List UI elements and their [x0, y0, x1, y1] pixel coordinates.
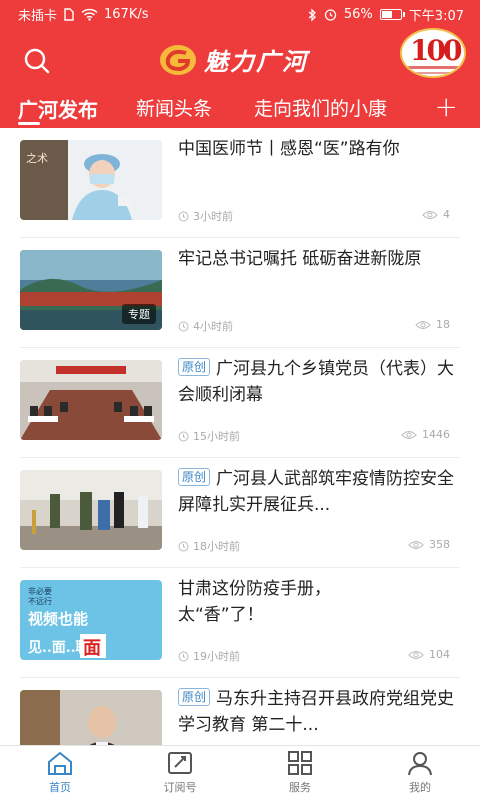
status-bar: 未插卡 167K/s 56% 下午3:07 [0, 0, 480, 28]
news-thumbnail: 专题 [20, 250, 162, 330]
carrier-text: 未插卡 [18, 9, 58, 24]
epidemic-poster: 非必要 不远行 视频也能 见..面..聊 面 [20, 580, 162, 660]
clock: 下午3:07 [408, 9, 464, 24]
view-count: 104 [429, 648, 450, 661]
wifi-icon [81, 8, 98, 21]
clock-icon [178, 211, 189, 221]
centenary-badge-icon[interactable]: 100 [400, 28, 466, 78]
publish-time: 15小时前 [193, 430, 240, 443]
user-icon [408, 752, 432, 776]
tab-xiaokang[interactable]: 走向我们的小康 [254, 94, 387, 121]
view-count: 1446 [422, 428, 450, 441]
eye-icon [401, 430, 417, 439]
news-title: 原创 广河县人武部筑牢疫情防控安全屏障扎实开展征兵... [178, 468, 455, 515]
bluetooth-icon [308, 7, 316, 22]
battery-fill [381, 11, 392, 18]
news-item[interactable]: 原创 马东升主持召开县政府党组党史学习教育 第二十... [20, 678, 460, 745]
svg-text:面: 面 [83, 638, 101, 659]
sim-icon [64, 8, 74, 21]
badge-number: 100 [410, 34, 462, 67]
network-speed: 167K/s [104, 7, 149, 22]
channel-tabs: 广河发布 新闻头条 走向我们的小康 + [0, 88, 480, 128]
news-title: 甘肃这份防疫手册， 太“香”了！ [178, 579, 331, 625]
eye-icon [422, 210, 438, 219]
news-meta: 18小时前 358 [178, 538, 460, 554]
clock-icon [178, 651, 189, 661]
view-count: 358 [429, 538, 450, 551]
news-title: 原创 广河县九个乡镇党员（代表）大会顺利闭幕 [178, 358, 455, 405]
official-photo [20, 690, 162, 745]
news-meta: 15小时前 1446 [178, 428, 460, 444]
app-logo: 魅力广河 [158, 42, 308, 77]
special-topic-label: 专题 [122, 304, 156, 324]
subscribe-icon [168, 752, 192, 774]
app-name: 魅力广河 [204, 47, 308, 76]
news-thumbnail: 之术 [20, 140, 162, 220]
news-title: 原创 马东升主持召开县政府党组党史学习教育 第二十... [178, 688, 455, 735]
nav-profile[interactable]: 我的 [380, 750, 460, 795]
alarm-icon [324, 9, 337, 21]
original-tag: 原创 [178, 688, 211, 706]
battery-icon [379, 9, 405, 20]
clock-icon [178, 541, 189, 551]
bottom-navigation: 首页 订阅号 服务 我的 [0, 745, 480, 800]
svg-text:非必要: 非必要 [28, 586, 52, 596]
news-item[interactable]: 专题 牢记总书记嘱托 砥砺奋进新陇原 4小时前 18 [20, 238, 460, 348]
original-tag: 原创 [178, 358, 211, 376]
view-count: 18 [436, 318, 450, 331]
nav-home[interactable]: 首页 [20, 750, 100, 795]
news-item[interactable]: 原创 广河县人武部筑牢疫情防控安全屏障扎实开展征兵... 18小时前 358 [20, 458, 460, 568]
news-meta: 19小时前 104 [178, 648, 460, 664]
active-tab-indicator [18, 122, 40, 125]
publish-time: 4小时前 [193, 320, 233, 333]
eye-icon [408, 540, 424, 549]
home-icon [48, 751, 72, 775]
news-thumbnail [20, 690, 162, 745]
svg-text:视频也能: 视频也能 [28, 610, 88, 628]
grid-icon [288, 751, 312, 775]
news-title: 牢记总书记嘱托 砥砺奋进新陇原 [178, 249, 422, 269]
clock-icon [178, 321, 189, 331]
clock-icon [178, 431, 189, 441]
news-item[interactable]: 之术 中国医师节丨感恩“医”路有你 3小时前 4 [20, 128, 460, 238]
checkpoint-photo [20, 470, 162, 550]
publish-time: 18小时前 [193, 540, 240, 553]
header: 未插卡 167K/s 56% 下午3:07 魅力广河 100 广河发布 新闻头条… [0, 0, 480, 128]
news-item[interactable]: 非必要 不远行 视频也能 见..面..聊 面 甘肃这份防疫手册， 太“香”了！ … [20, 568, 460, 678]
original-tag: 原创 [178, 468, 211, 486]
doctor-photo: 之术 [20, 140, 162, 220]
eye-icon [408, 650, 424, 659]
news-meta: 3小时前 4 [178, 208, 460, 224]
publish-time: 3小时前 [193, 210, 233, 223]
thumb-caption: 之术 [26, 151, 48, 165]
nav-subscribe[interactable]: 订阅号 [140, 750, 220, 795]
title-bar: 魅力广河 100 [0, 28, 480, 84]
news-thumbnail: 非必要 不远行 视频也能 见..面..聊 面 [20, 580, 162, 660]
tab-headlines[interactable]: 新闻头条 [136, 94, 212, 121]
battery-percent: 56% [343, 7, 373, 22]
news-item[interactable]: 原创 广河县九个乡镇党员（代表）大会顺利闭幕 15小时前 1446 [20, 348, 460, 458]
news-thumbnail [20, 360, 162, 440]
meeting-photo [20, 360, 162, 440]
add-channel-button[interactable]: + [435, 90, 458, 123]
news-thumbnail [20, 470, 162, 550]
news-title: 中国医师节丨感恩“医”路有你 [178, 139, 400, 159]
tab-guanghe-release[interactable]: 广河发布 [18, 94, 98, 123]
app-root: 未插卡 167K/s 56% 下午3:07 魅力广河 100 广河发布 新闻头条… [0, 0, 480, 800]
news-feed: 之术 中国医师节丨感恩“医”路有你 3小时前 4 专题 牢记总书记嘱托 砥砺奋进… [0, 128, 480, 745]
logo-mark-icon [160, 44, 196, 75]
svg-text:不远行: 不远行 [28, 596, 52, 606]
search-icon[interactable] [22, 46, 52, 76]
news-meta: 4小时前 18 [178, 318, 460, 334]
eye-icon [415, 320, 431, 329]
publish-time: 19小时前 [193, 650, 240, 663]
view-count: 4 [443, 208, 450, 221]
nav-service[interactable]: 服务 [260, 750, 340, 795]
